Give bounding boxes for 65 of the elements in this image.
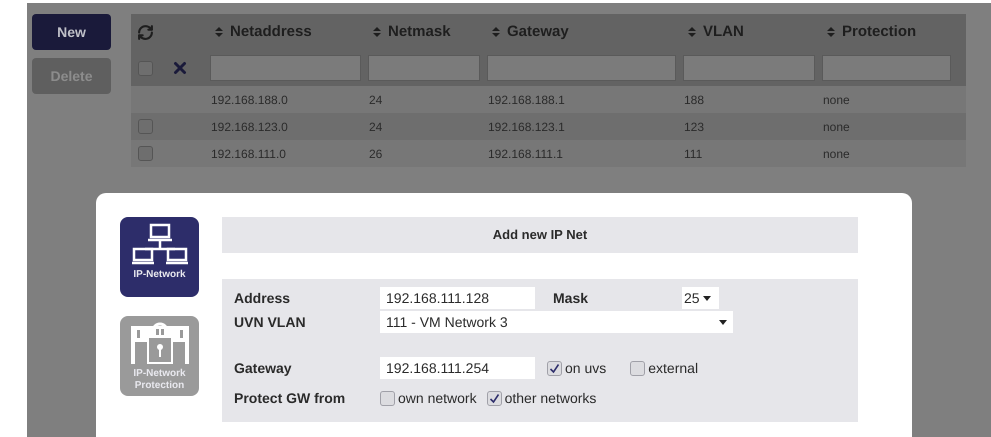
table-cell: 192.168.123.0 bbox=[211, 120, 288, 134]
checkbox[interactable] bbox=[138, 60, 153, 76]
filter-field[interactable] bbox=[368, 55, 480, 81]
column-header[interactable]: VLAN bbox=[703, 20, 744, 44]
table-cell: 24 bbox=[369, 92, 382, 106]
category-tile[interactable]: IP-Network Protection bbox=[120, 316, 199, 396]
table-cell: none bbox=[823, 92, 850, 106]
caret-icon bbox=[719, 320, 727, 324]
table-row[interactable]: 192.168.123.0 24 192.168.123.1 123 none bbox=[131, 113, 966, 140]
table-cell: 192.168.188.0 bbox=[211, 92, 288, 106]
checkbox[interactable] bbox=[630, 360, 646, 376]
sort-icon bbox=[492, 27, 500, 37]
checkbox[interactable] bbox=[486, 390, 502, 406]
checkbox[interactable] bbox=[380, 390, 395, 406]
caret-icon bbox=[702, 296, 711, 300]
table-cell: 26 bbox=[369, 146, 382, 160]
checkmark-icon bbox=[488, 392, 500, 404]
new-button[interactable]: New bbox=[32, 14, 111, 50]
building-lock-icon bbox=[128, 322, 190, 364]
checkbox-label: other networks bbox=[504, 388, 596, 408]
field-label: UVN VLAN bbox=[234, 312, 307, 332]
gateway-field[interactable]: 192.168.111.254 bbox=[380, 357, 535, 379]
dialog-title: Add new IP Net bbox=[492, 226, 588, 244]
table-row[interactable]: 192.168.111.0 26 192.168.111.1 111 none bbox=[131, 140, 966, 167]
table-row[interactable]: 192.168.188.0 24 192.168.188.1 188 none bbox=[131, 86, 966, 113]
filter-field[interactable] bbox=[683, 55, 815, 81]
filter-field[interactable] bbox=[210, 55, 361, 81]
checkbox-label: on uvs bbox=[565, 358, 606, 378]
field-label: Protect GW from bbox=[234, 388, 346, 408]
table-cell: none bbox=[823, 146, 850, 160]
table-cell: 123 bbox=[684, 120, 704, 134]
column-header[interactable]: Netmask bbox=[388, 20, 451, 44]
address-field[interactable]: 192.168.111.128 bbox=[380, 287, 535, 309]
category-tile[interactable]: IP-Network bbox=[120, 217, 199, 297]
field-label: Mask bbox=[552, 288, 590, 308]
refresh-icon[interactable] bbox=[137, 24, 154, 40]
sort-icon bbox=[827, 27, 835, 37]
table-cell: 192.168.111.1 bbox=[488, 146, 563, 160]
sort-icon bbox=[688, 27, 696, 37]
field-label: Address bbox=[234, 288, 292, 308]
checkmark-icon bbox=[549, 362, 560, 374]
table-cell: 24 bbox=[369, 120, 382, 134]
column-header[interactable]: Protection bbox=[842, 20, 916, 44]
filter-field[interactable] bbox=[487, 55, 676, 81]
checkbox[interactable] bbox=[138, 146, 153, 161]
table-cell: none bbox=[823, 120, 850, 134]
field-label: Gateway bbox=[234, 358, 293, 378]
checkbox[interactable] bbox=[547, 360, 562, 376]
table-cell: 111 bbox=[684, 146, 702, 160]
checkbox-label: own network bbox=[398, 388, 477, 408]
column-header[interactable]: Netaddress bbox=[230, 20, 312, 44]
sort-icon bbox=[373, 27, 381, 37]
table-cell: 192.168.123.1 bbox=[488, 120, 565, 134]
table-cell: 192.168.188.1 bbox=[488, 92, 565, 106]
mask-select[interactable]: 25 bbox=[682, 287, 719, 309]
table-cell: 192.168.111.0 bbox=[211, 146, 286, 160]
vlan-select[interactable]: 111 - VM Network 3 bbox=[380, 311, 733, 333]
column-header[interactable]: Gateway bbox=[507, 20, 569, 44]
filter-field[interactable] bbox=[822, 55, 951, 81]
table-cell: 188 bbox=[684, 92, 704, 106]
checkbox[interactable] bbox=[138, 119, 153, 134]
network-icon bbox=[130, 223, 188, 265]
checkbox-label: external bbox=[648, 358, 698, 378]
sort-icon bbox=[215, 27, 223, 37]
clear-filter-icon[interactable] bbox=[171, 59, 189, 77]
